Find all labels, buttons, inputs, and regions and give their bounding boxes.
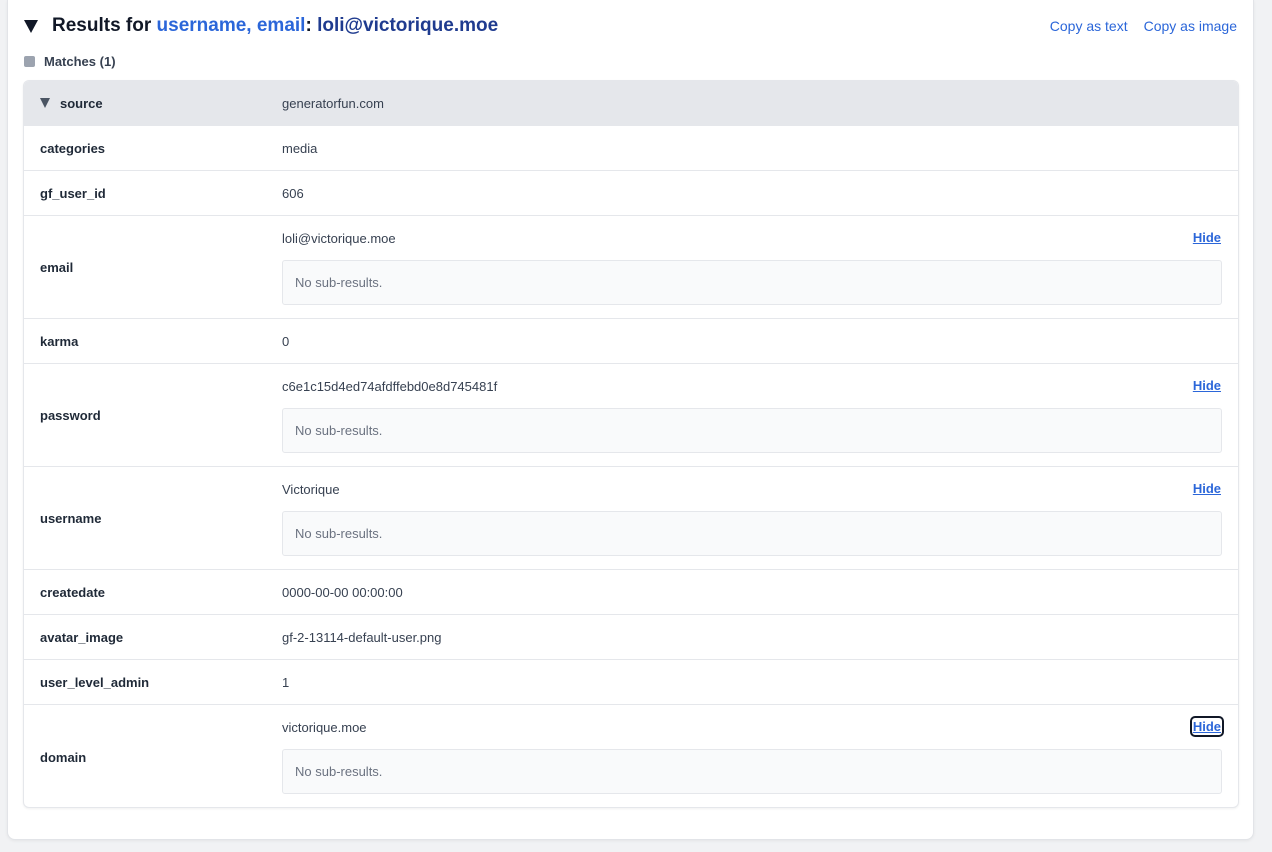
row-key: gf_user_id bbox=[40, 185, 106, 201]
title-separator: : bbox=[305, 15, 318, 36]
source-collapse-icon[interactable] bbox=[40, 98, 50, 108]
matches-square-icon bbox=[24, 55, 35, 67]
row-username: username Victorique Hide No sub-results. bbox=[24, 467, 1238, 570]
row-key: categories bbox=[40, 140, 106, 156]
row-key-text: source bbox=[60, 95, 103, 111]
row-value: 0000-00-00 00:00:00 bbox=[282, 585, 403, 600]
row-createdate: createdate 0000-00-00 00:00:00 bbox=[24, 570, 1238, 615]
row-value: generatorfun.com bbox=[282, 96, 384, 111]
matches-label: Matches (1) bbox=[44, 53, 116, 69]
row-source[interactable]: source generatorfun.com bbox=[24, 81, 1238, 126]
row-user-level-admin: user_level_admin 1 bbox=[24, 660, 1238, 705]
results-title: Results for username, email: loli@victor… bbox=[52, 15, 498, 37]
sub-results-box: No sub-results. bbox=[282, 749, 1222, 794]
sub-results-box: No sub-results. bbox=[282, 408, 1222, 453]
row-key: karma bbox=[40, 333, 79, 349]
row-avatar-image: avatar_image gf-2-13114-default-user.png bbox=[24, 615, 1238, 660]
results-header: Results for username, email: loli@victor… bbox=[24, 13, 1237, 39]
row-value: loli@victorique.moe bbox=[282, 231, 396, 246]
hide-link[interactable]: Hide bbox=[1192, 480, 1222, 497]
row-value: c6e1c15d4ed74afdffebd0e8d745481f bbox=[282, 379, 498, 394]
row-key: domain bbox=[40, 749, 87, 765]
hide-link[interactable]: Hide bbox=[1192, 377, 1222, 394]
row-value: media bbox=[282, 141, 318, 156]
title-query: loli@victorique.moe bbox=[317, 15, 499, 36]
row-gf-user-id: gf_user_id 606 bbox=[24, 171, 1238, 216]
row-value: Victorique bbox=[282, 482, 340, 497]
hide-link[interactable]: Hide bbox=[1192, 229, 1222, 246]
row-key: source bbox=[40, 81, 103, 125]
row-value: gf-2-13114-default-user.png bbox=[282, 630, 442, 645]
row-email: email loli@victorique.moe Hide No sub-re… bbox=[24, 216, 1238, 319]
row-key: user_level_admin bbox=[40, 674, 150, 690]
row-key: avatar_image bbox=[40, 629, 124, 645]
header-actions: Copy as text Copy as image bbox=[1050, 18, 1237, 34]
sub-results-box: No sub-results. bbox=[282, 511, 1222, 556]
row-value: victorique.moe bbox=[282, 720, 367, 735]
row-password: password c6e1c15d4ed74afdffebd0e8d745481… bbox=[24, 364, 1238, 467]
title-prefix: Results for bbox=[52, 15, 157, 36]
row-value: 606 bbox=[282, 186, 304, 201]
row-karma: karma 0 bbox=[24, 319, 1238, 364]
row-value: 0 bbox=[282, 334, 290, 349]
row-key: password bbox=[40, 407, 101, 423]
sub-results-box: No sub-results. bbox=[282, 260, 1222, 305]
copy-as-image-link[interactable]: Copy as image bbox=[1144, 18, 1237, 34]
copy-as-text-link[interactable]: Copy as text bbox=[1050, 18, 1128, 34]
row-key: createdate bbox=[40, 584, 106, 600]
row-domain: domain victorique.moe Hide No sub-result… bbox=[24, 705, 1238, 807]
row-value: 1 bbox=[282, 675, 290, 690]
row-key: email bbox=[40, 259, 74, 275]
collapse-triangle-icon[interactable] bbox=[24, 19, 38, 33]
match-card: source generatorfun.com categories media… bbox=[23, 80, 1239, 808]
row-categories: categories media bbox=[24, 126, 1238, 171]
title-fields: username, email bbox=[156, 15, 306, 36]
results-panel: Results for username, email: loli@victor… bbox=[7, 0, 1254, 840]
row-key: username bbox=[40, 510, 102, 526]
matches-toggle[interactable]: Matches (1) bbox=[24, 53, 116, 69]
hide-link[interactable]: Hide bbox=[1189, 716, 1225, 737]
